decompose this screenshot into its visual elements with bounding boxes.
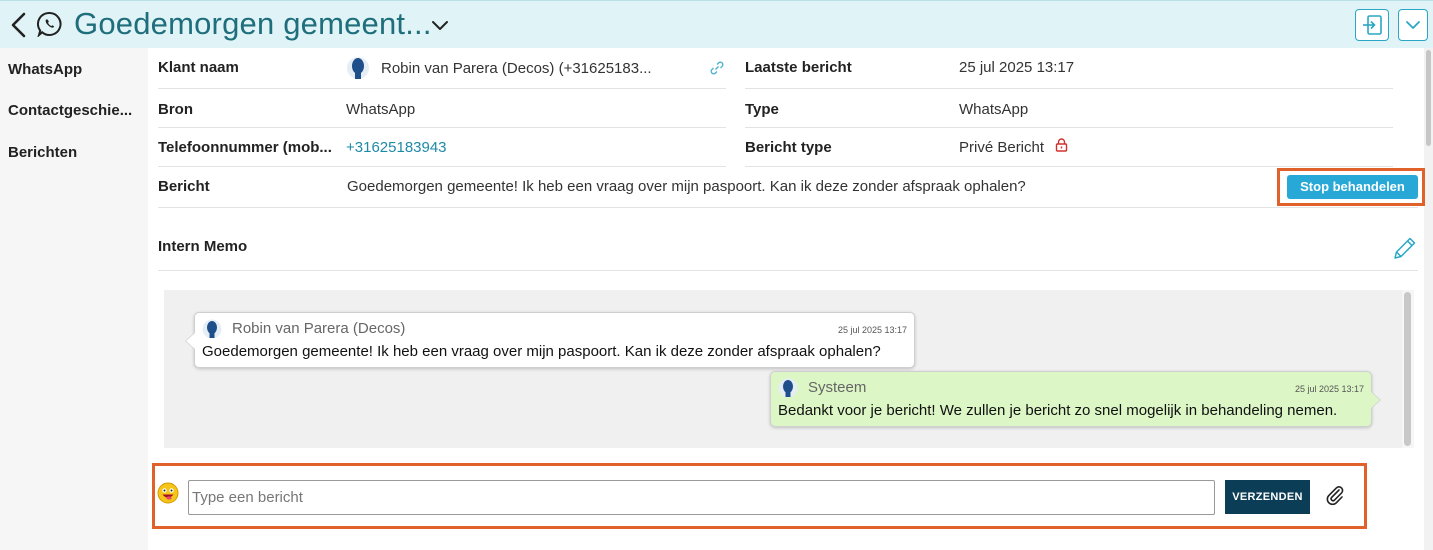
klant-naam-value: Robin van Parera (Decos) (+31625183... [381, 60, 652, 77]
telefoon-label: Telefoonnummer (mob... [158, 139, 332, 156]
stop-behandelen-button[interactable]: Stop behandelen [1287, 175, 1418, 199]
sidebar: WhatsApp Contactgeschie... Berichten [0, 48, 148, 550]
telefoon-value[interactable]: +31625183943 [346, 139, 447, 156]
message-text: Goedemorgen gemeente! Ik heb een vraag o… [202, 343, 881, 360]
message-sender: Systeem [808, 379, 867, 396]
emoji-icon[interactable] [157, 482, 179, 504]
whatsapp-icon [37, 11, 62, 37]
bubble-tail [1371, 392, 1380, 408]
sidebar-item-berichten[interactable]: Berichten [8, 144, 140, 161]
type-value: WhatsApp [959, 101, 1029, 118]
sidebar-item-contactgeschiedenis[interactable]: Contactgeschie... [8, 102, 140, 119]
paperclip-icon[interactable] [1324, 484, 1346, 506]
divider [158, 88, 726, 89]
bron-value: WhatsApp [346, 101, 416, 118]
bubble-tail [186, 333, 195, 349]
message-bubble-incoming: Robin van Parera (Decos) 25 jul 2025 13:… [186, 312, 915, 368]
message-sender: Robin van Parera (Decos) [232, 320, 406, 337]
klant-naam-label: Klant naam [158, 59, 239, 76]
message-time: 25 jul 2025 13:17 [1294, 384, 1364, 394]
lock-icon [1055, 138, 1068, 152]
exit-icon [1363, 15, 1382, 35]
avatar-icon [778, 378, 798, 398]
chevron-down-icon[interactable] [430, 15, 450, 35]
avatar-icon [347, 57, 369, 79]
divider [158, 270, 1418, 271]
exit-button[interactable] [1355, 9, 1389, 41]
divider [745, 88, 1393, 89]
divider [745, 127, 1393, 128]
page-title: Goedemorgen gemeent... [74, 6, 432, 41]
bericht-value: Goedemorgen gemeente! Ik heb een vraag o… [347, 178, 1026, 195]
bericht-type-value: Privé Bericht [959, 139, 1045, 156]
link-icon[interactable] [709, 60, 725, 76]
scrollbar-thumb[interactable] [1404, 292, 1411, 446]
back-icon[interactable] [8, 11, 30, 39]
message-text: Bedankt voor je bericht! We zullen je be… [778, 402, 1338, 419]
intern-memo-title: Intern Memo [158, 238, 248, 255]
message-time: 25 jul 2025 13:17 [837, 325, 907, 335]
verzenden-button[interactable]: VERZENDEN [1225, 480, 1310, 514]
page-scrollbar[interactable] [1424, 48, 1433, 550]
bericht-label: Bericht [158, 178, 210, 195]
divider [745, 166, 1393, 167]
sidebar-item-whatsapp[interactable]: WhatsApp [8, 61, 140, 78]
pencil-icon[interactable] [1391, 234, 1419, 262]
more-options-button[interactable] [1398, 9, 1428, 41]
scrollbar-thumb[interactable] [1426, 50, 1431, 146]
chat-scrollbar[interactable] [1402, 290, 1414, 448]
avatar-icon [202, 319, 222, 339]
chevron-down-icon [1406, 21, 1420, 29]
divider [158, 207, 1418, 208]
message-input[interactable] [188, 480, 1215, 515]
bericht-type-label: Bericht type [745, 139, 832, 156]
type-label: Type [745, 101, 779, 118]
bron-label: Bron [158, 101, 193, 118]
message-bubble-outgoing: Systeem 25 jul 2025 13:17 Bedankt voor j… [770, 371, 1380, 427]
header-bar: Goedemorgen gemeent... [0, 0, 1433, 48]
laatste-bericht-value: 25 jul 2025 13:17 [959, 59, 1075, 76]
laatste-bericht-label: Laatste bericht [745, 59, 852, 76]
divider [158, 127, 726, 128]
divider [158, 166, 726, 167]
